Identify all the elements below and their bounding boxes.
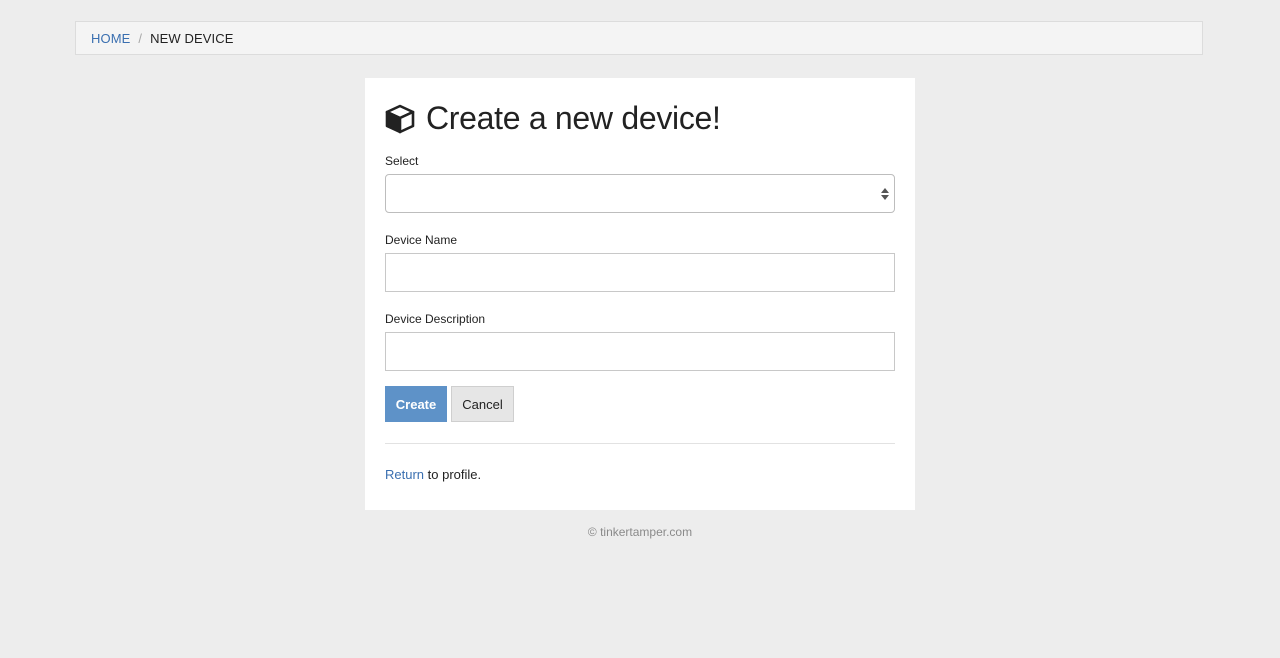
select-label: Select — [385, 154, 419, 168]
device-type-select[interactable] — [385, 174, 895, 213]
page-title: Create a new device! — [426, 100, 721, 136]
breadcrumb-home-link[interactable]: HOME — [91, 31, 130, 46]
return-row: Return to profile. — [385, 467, 481, 482]
page-title-row: Create a new device! — [385, 100, 721, 137]
new-device-card: Create a new device! Select Device Name … — [365, 78, 915, 510]
return-suffix: to profile. — [424, 467, 482, 482]
device-description-label: Device Description — [385, 312, 486, 326]
breadcrumb-separator: / — [138, 30, 143, 46]
cancel-button[interactable]: Cancel — [451, 386, 514, 422]
device-description-input[interactable] — [385, 332, 895, 371]
device-name-input[interactable] — [385, 253, 895, 292]
breadcrumb-current: NEW DEVICE — [150, 30, 234, 46]
select-arrows-icon — [880, 186, 890, 202]
return-link[interactable]: Return — [385, 467, 424, 482]
create-button[interactable]: Create — [385, 386, 447, 422]
breadcrumb: HOME / NEW DEVICE — [75, 21, 1203, 55]
cube-icon — [385, 104, 415, 134]
footer-copyright: © tinkertamper.com — [587, 525, 693, 539]
divider — [385, 443, 895, 444]
device-name-label: Device Name — [385, 233, 458, 247]
